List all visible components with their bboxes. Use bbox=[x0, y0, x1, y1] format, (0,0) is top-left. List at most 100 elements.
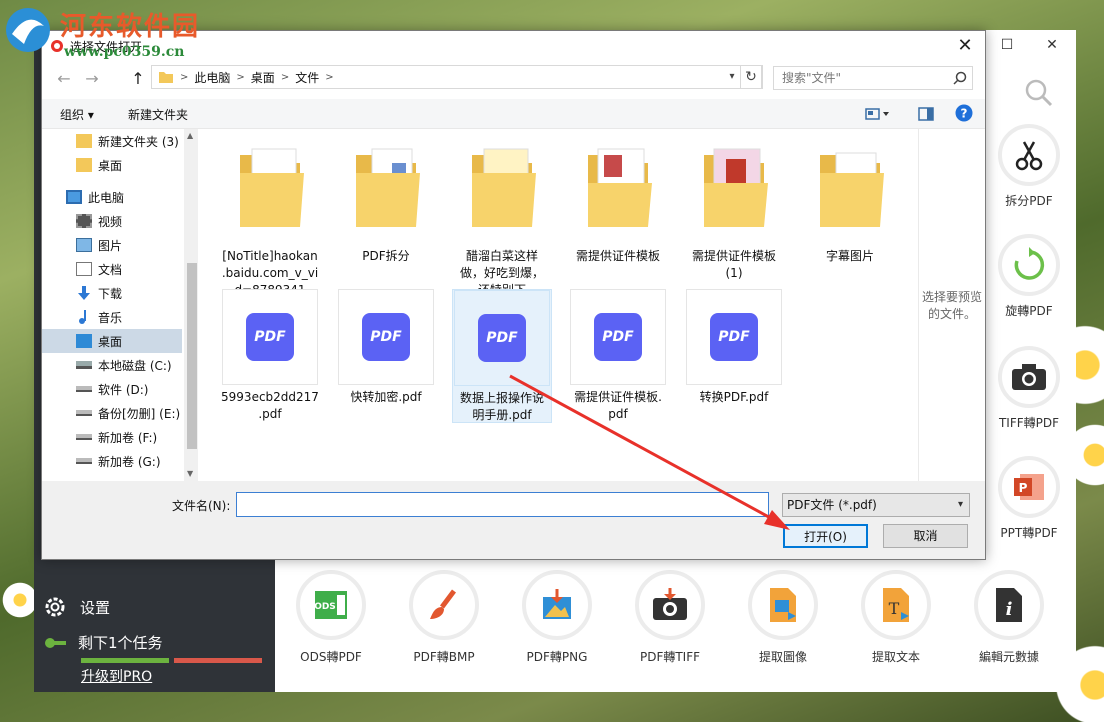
drive-icon bbox=[76, 361, 92, 369]
nav-item-videos[interactable]: 视频 bbox=[42, 209, 182, 233]
organize-menu[interactable]: 组织 ▾ bbox=[60, 106, 94, 123]
breadcrumb-desktop[interactable]: 桌面 bbox=[251, 69, 275, 86]
picture-icon bbox=[76, 238, 92, 252]
open-file-dialog: 选择文件打开 ✕ ← → ↑ > 此电脑 > 桌面 > 文件 > ▾ ↻ 搜索"… bbox=[41, 30, 986, 560]
file-label: 需提供证件模板 bbox=[575, 249, 660, 263]
pdf-file-item-selected[interactable]: PDF 数据上报操作说 明手册.pdf bbox=[452, 289, 552, 423]
open-button[interactable]: 打开(O) bbox=[783, 524, 868, 548]
tool-split-pdf[interactable]: 拆分PDF bbox=[982, 124, 1076, 209]
watermark-title: 河东软件园 bbox=[60, 12, 201, 42]
cancel-button[interactable]: 取消 bbox=[883, 524, 968, 548]
nav-item-music[interactable]: 音乐 bbox=[42, 305, 182, 329]
folder-icon bbox=[704, 148, 768, 227]
folder-item[interactable]: 需提供证件模板 (1) bbox=[684, 143, 784, 282]
folder-icon bbox=[240, 148, 304, 227]
chevron-right-icon: > bbox=[236, 71, 245, 83]
nav-item-label: 备份[勿删] (E:) bbox=[98, 406, 181, 421]
filename-input[interactable] bbox=[236, 492, 769, 517]
drive-icon bbox=[76, 386, 92, 392]
close-button[interactable]: ✕ bbox=[1037, 34, 1067, 56]
nav-item-drive-e[interactable]: 备份[勿删] (E:) bbox=[42, 401, 182, 425]
filetype-value: PDF文件 (*.pdf) bbox=[787, 498, 877, 512]
nav-item-pictures[interactable]: 图片 bbox=[42, 233, 182, 257]
settings-item[interactable]: 设置 bbox=[44, 596, 110, 618]
pdf-file-item[interactable]: PDF 转换PDF.pdf bbox=[684, 289, 784, 406]
tool-tiff-to-pdf[interactable]: TIFF轉PDF bbox=[982, 346, 1076, 431]
nav-item-drive-d[interactable]: 软件 (D:) bbox=[42, 377, 182, 401]
address-history-dropdown[interactable]: ▾ bbox=[722, 65, 742, 89]
upgrade-link[interactable]: 升级到PRO bbox=[81, 666, 152, 686]
svg-text:ODS: ODS bbox=[314, 602, 336, 612]
settings-label: 设置 bbox=[80, 598, 111, 617]
nav-item-label: 此电脑 bbox=[88, 190, 125, 205]
tool-pdf-to-bmp[interactable]: PDF轉BMP bbox=[394, 570, 494, 665]
nav-item-drive-g[interactable]: 新加卷 (G:) bbox=[42, 449, 182, 473]
folder-item[interactable]: 需提供证件模板 bbox=[568, 143, 668, 265]
pdf-file-item[interactable]: PDF 需提供证件模板. pdf bbox=[568, 289, 668, 423]
search-icon bbox=[953, 71, 967, 85]
tool-edit-metadata[interactable]: i 編輯元數據 bbox=[959, 570, 1059, 665]
preview-pane: 选择要预览 的文件。 bbox=[918, 129, 985, 481]
folder-item[interactable]: 字幕图片 bbox=[800, 143, 900, 265]
folder-icon bbox=[588, 148, 652, 227]
tool-label: PDF轉BMP bbox=[413, 650, 475, 664]
back-button[interactable]: ← bbox=[54, 69, 74, 89]
breadcrumb-this-pc[interactable]: 此电脑 bbox=[194, 69, 230, 86]
nav-item-documents[interactable]: 文档 bbox=[42, 257, 182, 281]
nav-item-drive-f[interactable]: 新加卷 (F:) bbox=[42, 425, 182, 449]
tool-label: 提取文本 bbox=[871, 650, 920, 664]
tool-ppt-to-pdf[interactable]: P PPT轉PDF bbox=[982, 456, 1076, 541]
file-list: [NoTitle]haokan .baidu.com_v_vi d=878934… bbox=[204, 129, 916, 481]
chevron-down-icon: ▾ bbox=[957, 499, 963, 510]
nav-item-new-folder[interactable]: 新建文件夹 (3) bbox=[42, 129, 182, 153]
breadcrumb-files[interactable]: 文件 bbox=[295, 69, 319, 86]
dialog-close-button[interactable]: ✕ bbox=[953, 35, 977, 57]
nav-item-downloads[interactable]: 下载 bbox=[42, 281, 182, 305]
tool-pdf-to-png[interactable]: PDF轉PNG bbox=[507, 570, 607, 665]
nav-pane-scroll-thumb[interactable] bbox=[187, 263, 197, 449]
up-button[interactable]: ↑ bbox=[128, 69, 148, 89]
nav-item-label: 新加卷 (F:) bbox=[98, 430, 158, 445]
address-bar[interactable]: > 此电脑 > 桌面 > 文件 > bbox=[151, 65, 763, 89]
nav-item-desktop-shortcut[interactable]: 桌面 bbox=[42, 153, 182, 177]
tool-label: PPT轉PDF bbox=[1000, 526, 1058, 540]
folder-item[interactable]: 醋溜白菜这样 做，好吃到爆， 还特别下 bbox=[452, 143, 552, 299]
tool-label: 提取圖像 bbox=[758, 650, 807, 664]
tool-extract-images[interactable]: 提取圖像 bbox=[733, 570, 833, 665]
ods-icon: ODS bbox=[314, 591, 347, 619]
nav-item-label: 新加卷 (G:) bbox=[98, 454, 161, 469]
tool-pdf-to-tiff[interactable]: PDF轉TIFF bbox=[620, 570, 720, 665]
forward-button[interactable]: → bbox=[82, 69, 102, 89]
help-icon[interactable]: ? bbox=[955, 104, 973, 122]
scroll-down-icon[interactable]: ▼ bbox=[187, 469, 193, 478]
search-icon[interactable] bbox=[1024, 78, 1054, 108]
file-label: 转换PDF.pdf bbox=[699, 390, 769, 404]
nav-item-this-pc[interactable]: 此电脑 bbox=[42, 185, 182, 209]
nav-item-drive-c[interactable]: 本地磁盘 (C:) bbox=[42, 353, 182, 377]
pdf-file-item[interactable]: PDF 快转加密.pdf bbox=[336, 289, 436, 406]
pdf-file-item[interactable]: PDF 5993ecb2dd217 .pdf bbox=[220, 289, 320, 423]
tool-rotate-pdf[interactable]: 旋轉PDF bbox=[982, 234, 1076, 319]
folder-item[interactable]: [NoTitle]haokan .baidu.com_v_vi d=878934… bbox=[220, 143, 320, 299]
file-label: 需提供证件模板. pdf bbox=[574, 390, 662, 421]
filetype-select[interactable]: PDF文件 (*.pdf) ▾ bbox=[782, 493, 970, 517]
maximize-button[interactable]: ☐ bbox=[992, 34, 1022, 56]
scroll-up-icon[interactable]: ▲ bbox=[187, 131, 193, 140]
file-label: 需提供证件模板 (1) bbox=[691, 249, 776, 280]
preview-text: 选择要预览 的文件。 bbox=[921, 290, 982, 321]
new-folder-button[interactable]: 新建文件夹 bbox=[128, 106, 188, 123]
file-label: PDF拆分 bbox=[362, 249, 410, 263]
folder-item[interactable]: PDF拆分 bbox=[336, 143, 436, 265]
folder-icon bbox=[472, 148, 536, 227]
preview-pane-icon[interactable] bbox=[918, 107, 934, 121]
tool-ods-to-pdf[interactable]: ODS ODS轉PDF bbox=[281, 570, 381, 665]
tool-extract-text[interactable]: T 提取文本 bbox=[846, 570, 946, 665]
view-options-icon[interactable] bbox=[865, 107, 891, 121]
refresh-button[interactable]: ↻ bbox=[740, 65, 762, 89]
search-input[interactable]: 搜索"文件" bbox=[773, 66, 973, 90]
chevron-right-icon: > bbox=[325, 71, 334, 83]
computer-icon bbox=[66, 190, 82, 204]
video-icon bbox=[76, 214, 92, 228]
folder-icon bbox=[76, 134, 92, 148]
nav-item-desktop[interactable]: 桌面 bbox=[42, 329, 182, 353]
